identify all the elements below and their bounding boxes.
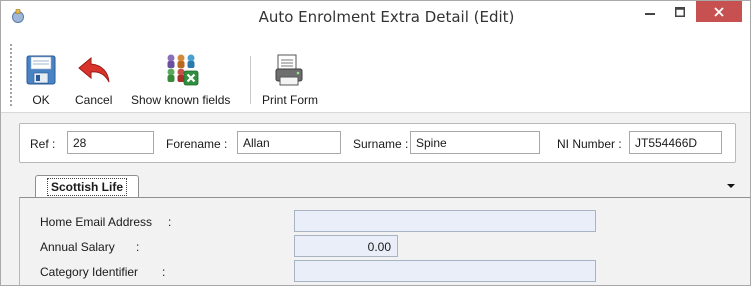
category-identifier-label: Category Identifier [40, 265, 139, 279]
tab-dropdown-button[interactable] [724, 180, 738, 190]
category-identifier-input[interactable] [294, 260, 596, 282]
home-email-label: Home Email Address [40, 215, 153, 229]
ni-number-label: NI Number : [557, 137, 622, 151]
title-bar[interactable]: Auto Enrolment Extra Detail (Edit) [1, 1, 750, 31]
form-row: Category Identifier : [20, 260, 720, 284]
tab-content: Home Email Address : Annual Salary : 0.0… [19, 197, 750, 285]
print-form-button[interactable]: Print Form [262, 51, 318, 111]
home-email-input[interactable] [294, 210, 596, 232]
tab-scottish-life[interactable]: Scottish Life [35, 175, 139, 197]
forename-field[interactable]: Allan [237, 131, 341, 154]
ok-button[interactable]: OK [23, 51, 59, 111]
form-row: Annual Salary : 0.00 [20, 235, 720, 259]
dialog-window: Auto Enrolment Extra Detail (Edit) OK Ca… [0, 0, 751, 286]
annual-salary-input[interactable]: 0.00 [294, 235, 398, 257]
maximize-icon [675, 7, 685, 17]
surname-field[interactable]: Spine [410, 131, 540, 154]
forename-label: Forename : [166, 137, 228, 151]
form-row: Home Email Address : [20, 210, 720, 234]
field-colon: : [168, 215, 172, 229]
cancel-button[interactable]: Cancel [75, 51, 112, 111]
tab-label: Scottish Life [46, 177, 127, 196]
undo-arrow-icon [77, 56, 110, 83]
toolbar: OK Cancel Show known fields Print Form [1, 31, 750, 113]
toolbar-grip[interactable] [9, 43, 13, 107]
toolbar-separator [250, 56, 251, 104]
close-icon [714, 6, 724, 17]
ref-label: Ref : [30, 137, 56, 151]
show-known-fields-button[interactable]: Show known fields [131, 51, 230, 111]
close-button[interactable] [696, 1, 742, 22]
ni-number-field[interactable]: JT554466D [629, 131, 722, 154]
show-known-fields-label: Show known fields [131, 93, 231, 107]
people-grid-icon [167, 54, 199, 86]
annual-salary-label: Annual Salary [40, 240, 115, 254]
print-form-label: Print Form [262, 93, 319, 107]
field-colon: : [136, 240, 140, 254]
cancel-label: Cancel [75, 93, 113, 107]
ref-field[interactable]: 28 [67, 131, 154, 154]
print-form-icon [275, 54, 303, 86]
triangle-down-icon [727, 184, 735, 188]
ok-label: OK [32, 93, 50, 107]
minimize-icon [645, 13, 655, 15]
surname-label: Surname : [353, 137, 409, 151]
minimize-button[interactable] [635, 1, 665, 23]
employee-header-panel: Ref : 28 Forename : Allan Surname : Spin… [19, 123, 736, 163]
tab-strip: Scottish Life [19, 173, 750, 197]
field-colon: : [162, 265, 166, 279]
maximize-button[interactable] [665, 1, 695, 23]
save-floppy-icon [26, 55, 56, 85]
